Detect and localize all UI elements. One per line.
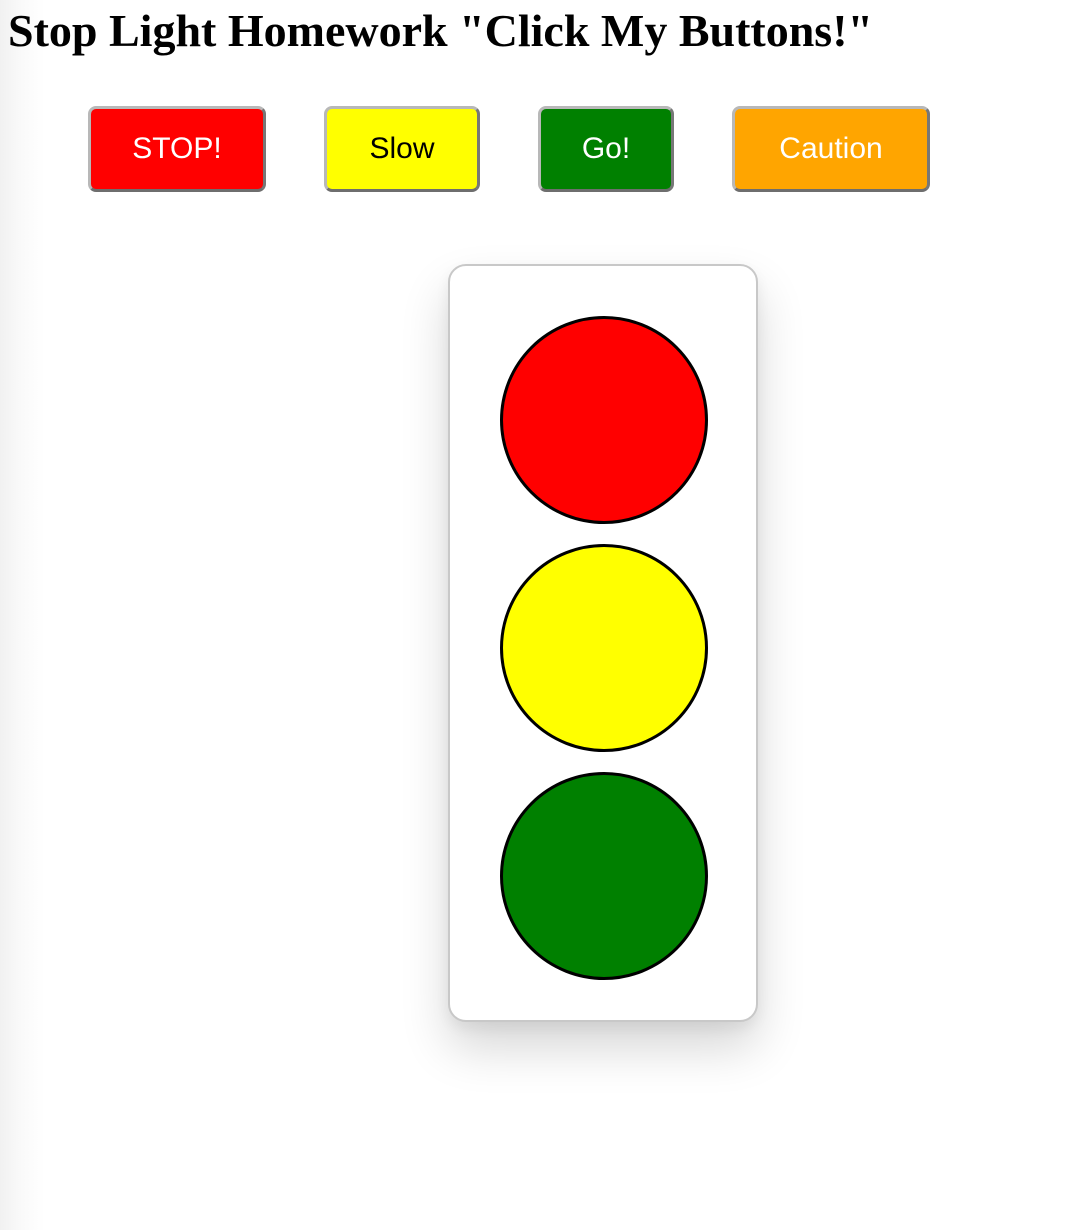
traffic-light xyxy=(448,264,758,1022)
go-button[interactable]: Go! xyxy=(538,106,674,192)
caution-button[interactable]: Caution xyxy=(732,106,930,192)
page-title: Stop Light Homework "Click My Buttons!" xyxy=(8,5,874,56)
yellow-light xyxy=(500,544,708,752)
green-light xyxy=(500,772,708,980)
stop-button[interactable]: STOP! xyxy=(88,106,266,192)
slow-button[interactable]: Slow xyxy=(324,106,480,192)
red-light xyxy=(500,316,708,524)
